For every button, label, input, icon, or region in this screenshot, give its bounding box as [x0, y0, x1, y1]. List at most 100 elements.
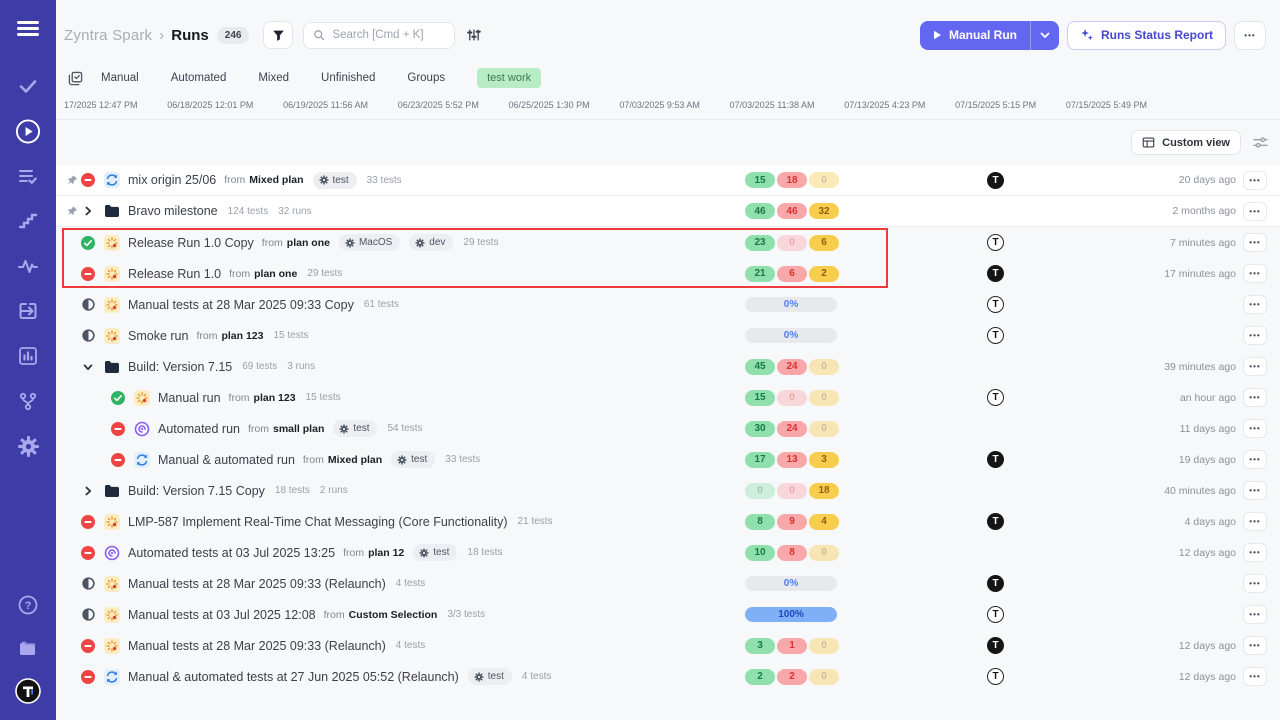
plan-name[interactable]: small plan [273, 423, 324, 435]
run-name[interactable]: mix origin 25/06 [128, 173, 216, 187]
run-name[interactable]: Automated tests at 03 Jul 2025 13:25 [128, 546, 335, 560]
run-row[interactable]: Bravo milestone124 tests32 runs4646322 m… [56, 196, 1280, 227]
run-row[interactable]: LMP-587 Implement Real-Time Chat Messagi… [56, 506, 1280, 537]
run-name[interactable]: Manual tests at 03 Jul 2025 12:08 [128, 608, 316, 622]
run-name[interactable]: Manual tests at 28 Mar 2025 09:33 (Relau… [128, 639, 386, 653]
run-name[interactable]: Bravo milestone [128, 204, 218, 218]
help-icon[interactable]: ? [15, 592, 41, 618]
run-row[interactable]: Release Run 1.0 Copyfromplan oneMacOSdev… [56, 227, 1280, 258]
plan-name[interactable]: plan 123 [254, 392, 296, 404]
plan-name[interactable]: plan one [287, 237, 330, 249]
run-row[interactable]: Smoke runfromplan 12315 tests0%T••• [56, 320, 1280, 351]
plan-name[interactable]: Custom Selection [349, 609, 438, 621]
workspace-logo[interactable] [15, 678, 41, 704]
row-more-button[interactable]: ••• [1243, 171, 1267, 190]
select-all-icon[interactable] [68, 71, 83, 86]
row-more-button[interactable]: ••• [1243, 450, 1267, 469]
row-more-button[interactable]: ••• [1243, 202, 1267, 221]
chevron-down-icon[interactable] [80, 362, 96, 372]
run-row[interactable]: Manual tests at 28 Mar 2025 09:33 Copy61… [56, 289, 1280, 320]
run-row[interactable]: Manual & automated runfromMixed plantest… [56, 444, 1280, 475]
run-row[interactable]: Manual runfromplan 12315 tests1500Tan ho… [56, 382, 1280, 413]
search-input[interactable] [332, 29, 442, 41]
row-more-button[interactable]: ••• [1243, 636, 1267, 655]
activity-pulse-icon[interactable] [15, 253, 41, 279]
run-name[interactable]: Manual & automated tests at 27 Jun 2025 … [128, 670, 459, 684]
settings-gear-icon[interactable] [15, 433, 41, 459]
search-settings-sliders-icon[interactable] [467, 28, 481, 42]
run-name[interactable]: Automated run [158, 422, 240, 436]
chevron-right-icon[interactable] [80, 486, 96, 496]
run-name[interactable]: Manual run [158, 391, 221, 405]
row-more-button[interactable]: ••• [1243, 543, 1267, 562]
row-more-button[interactable]: ••• [1243, 264, 1267, 283]
run-name[interactable]: Manual tests at 28 Mar 2025 09:33 Copy [128, 298, 354, 312]
run-row[interactable]: mix origin 25/06fromMixed plantest33 tes… [56, 165, 1280, 196]
run-row[interactable]: Manual tests at 03 Jul 2025 12:08fromCus… [56, 599, 1280, 630]
run-row[interactable]: Manual tests at 28 Mar 2025 09:33 (Relau… [56, 630, 1280, 661]
run-name[interactable]: Build: Version 7.15 [128, 360, 232, 374]
plan-name[interactable]: Mixed plan [249, 174, 303, 186]
row-more-button[interactable]: ••• [1243, 233, 1267, 252]
plan-name[interactable]: plan 123 [221, 330, 263, 342]
run-name[interactable]: Build: Version 7.15 Copy [128, 484, 265, 498]
row-more-button[interactable]: ••• [1243, 326, 1267, 345]
run-name[interactable]: Manual tests at 28 Mar 2025 09:33 (Relau… [128, 577, 386, 591]
manual-run-button[interactable]: Manual Run [920, 28, 1030, 42]
chevron-right-icon[interactable] [80, 206, 96, 216]
tab-automated[interactable]: Automated [171, 72, 227, 84]
runs-status-report-button[interactable]: Runs Status Report [1067, 21, 1226, 50]
run-name[interactable]: Smoke run [128, 329, 188, 343]
import-run-icon[interactable] [15, 298, 41, 324]
run-name[interactable]: Release Run 1.0 Copy [128, 236, 254, 250]
row-more-button[interactable]: ••• [1243, 574, 1267, 593]
plan-name[interactable]: plan one [254, 268, 297, 280]
row-more-button[interactable]: ••• [1243, 295, 1267, 314]
active-filter-tag[interactable]: test work [477, 68, 541, 88]
breadcrumb-brand[interactable]: Zyntra Spark [64, 27, 152, 44]
row-more-button[interactable]: ••• [1243, 667, 1267, 686]
filter-button[interactable] [263, 21, 293, 49]
branches-icon[interactable] [15, 388, 41, 414]
run-row[interactable]: Automated tests at 03 Jul 2025 13:25from… [56, 537, 1280, 568]
hamburger-menu-icon[interactable] [17, 18, 39, 39]
run-row[interactable]: Automated runfromsmall plantest54 tests3… [56, 413, 1280, 444]
run-row[interactable]: Build: Version 7.15 Copy18 tests2 runs00… [56, 475, 1280, 506]
tasks-check-icon[interactable] [15, 73, 41, 99]
tab-manual[interactable]: Manual [101, 72, 139, 84]
view-settings-sliders-icon[interactable] [1253, 136, 1268, 149]
row-more-button[interactable]: ••• [1243, 512, 1267, 531]
row-more-button[interactable]: ••• [1243, 388, 1267, 407]
analytics-chart-icon[interactable] [15, 343, 41, 369]
pin-icon[interactable] [64, 175, 80, 186]
tab-groups[interactable]: Groups [407, 72, 445, 84]
run-row[interactable]: Manual tests at 28 Mar 2025 09:33 (Relau… [56, 568, 1280, 599]
timeline-date: 07/03/2025 11:38 AM [730, 100, 815, 110]
plan-name[interactable]: Mixed plan [328, 454, 382, 466]
projects-folders-icon[interactable] [15, 635, 41, 661]
run-row[interactable]: Manual & automated tests at 27 Jun 2025 … [56, 661, 1280, 692]
run-row[interactable]: Release Run 1.0fromplan one29 tests2162T… [56, 258, 1280, 289]
pin-icon[interactable] [64, 206, 80, 217]
row-more-button[interactable]: ••• [1243, 481, 1267, 500]
plan-name[interactable]: plan 12 [368, 547, 404, 559]
tab-unfinished[interactable]: Unfinished [321, 72, 375, 84]
row-more-button[interactable]: ••• [1243, 419, 1267, 438]
tab-mixed[interactable]: Mixed [258, 72, 289, 84]
row-more-button[interactable]: ••• [1243, 605, 1267, 624]
steps-icon[interactable] [15, 208, 41, 234]
run-name[interactable]: Release Run 1.0 [128, 267, 221, 281]
row-more-button[interactable]: ••• [1243, 357, 1267, 376]
run-name[interactable]: LMP-587 Implement Real-Time Chat Messagi… [128, 515, 508, 529]
run-name[interactable]: Manual & automated run [158, 453, 295, 467]
run-timestamp: 12 days ago [1179, 640, 1236, 652]
custom-view-button[interactable]: Custom view [1131, 130, 1241, 155]
runs-play-icon-active[interactable] [15, 118, 41, 144]
run-timestamp: 20 days ago [1179, 174, 1236, 186]
assignee-avatar: T [987, 234, 1004, 251]
header-more-button[interactable]: ••• [1234, 21, 1266, 50]
checklist-icon[interactable] [15, 163, 41, 189]
run-row[interactable]: Build: Version 7.1569 tests3 runs4524039… [56, 351, 1280, 382]
run-stats: 894 [745, 514, 839, 530]
manual-run-dropdown-button[interactable] [1031, 21, 1059, 50]
